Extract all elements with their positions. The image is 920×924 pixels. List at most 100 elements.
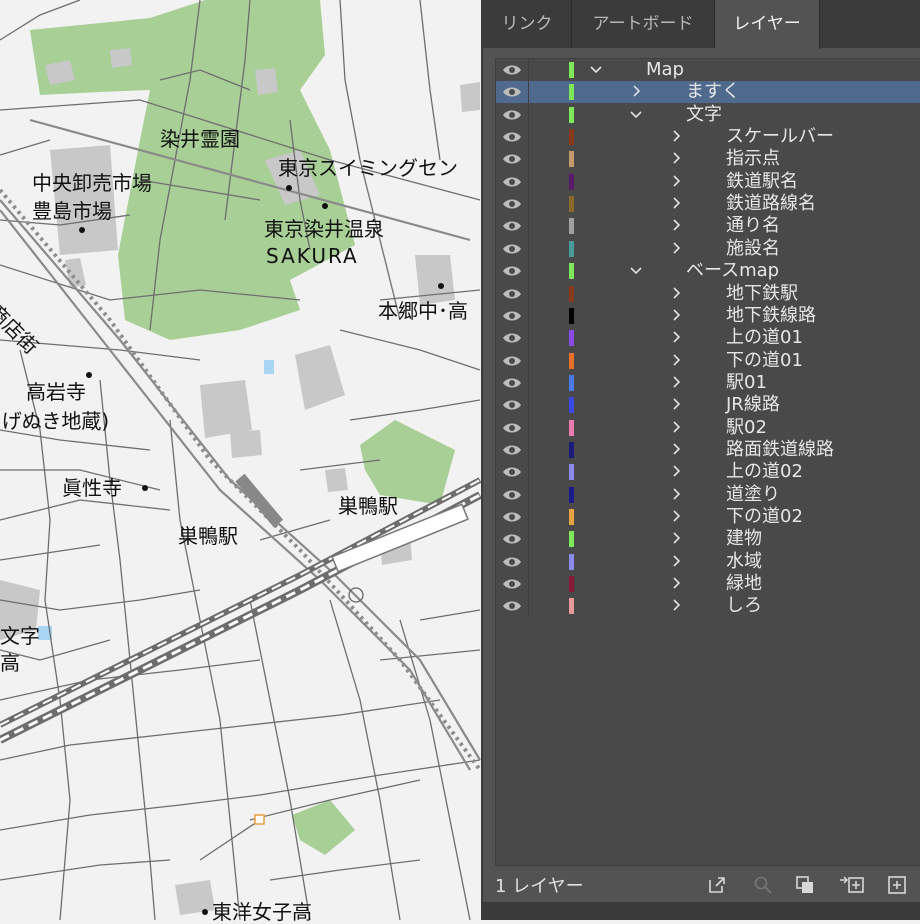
layer-name[interactable]: 駅01	[726, 372, 767, 394]
lock-column[interactable]	[528, 528, 529, 551]
layer-row[interactable]: ますく	[496, 81, 920, 104]
new-sublayer-icon[interactable]	[839, 875, 865, 895]
visibility-eye-icon[interactable]	[502, 152, 522, 166]
layer-row[interactable]: 水域	[496, 550, 920, 573]
lock-column[interactable]	[528, 483, 529, 506]
layer-row[interactable]: 指示点	[496, 148, 920, 171]
chevron-right-icon[interactable]	[668, 195, 684, 211]
layer-name[interactable]: 下の道02	[726, 506, 803, 528]
layer-name[interactable]: ますく	[686, 81, 740, 103]
chevron-down-icon[interactable]	[588, 61, 604, 77]
layer-name[interactable]: 緑地	[726, 573, 762, 595]
layer-row[interactable]: 施設名	[496, 237, 920, 260]
chevron-right-icon[interactable]	[668, 307, 684, 323]
chevron-right-icon[interactable]	[668, 575, 684, 591]
chevron-right-icon[interactable]	[668, 441, 684, 457]
tab-artboards[interactable]: アートボード	[572, 0, 715, 48]
visibility-eye-icon[interactable]	[502, 287, 522, 301]
layer-name[interactable]: 下の道01	[726, 350, 803, 372]
layer-row[interactable]: 文字	[496, 103, 920, 126]
layer-row[interactable]: 鉄道駅名	[496, 170, 920, 193]
layer-row[interactable]: 駅02	[496, 416, 920, 439]
chevron-right-icon[interactable]	[668, 285, 684, 301]
layer-name[interactable]: 地下鉄線路	[726, 305, 816, 327]
layer-name[interactable]: 鉄道駅名	[726, 171, 798, 193]
visibility-eye-icon[interactable]	[502, 108, 522, 122]
layer-row[interactable]: 地下鉄駅	[496, 282, 920, 305]
lock-column[interactable]	[528, 282, 529, 305]
visibility-eye-icon[interactable]	[502, 376, 522, 390]
lock-column[interactable]	[528, 349, 529, 372]
chevron-right-icon[interactable]	[628, 83, 644, 99]
layer-name[interactable]: 駅02	[726, 417, 767, 439]
lock-column[interactable]	[528, 193, 529, 216]
lock-column[interactable]	[528, 506, 529, 528]
chevron-right-icon[interactable]	[668, 486, 684, 502]
chevron-right-icon[interactable]	[668, 173, 684, 189]
layer-row[interactable]: ベースmap	[496, 260, 920, 283]
visibility-eye-icon[interactable]	[502, 421, 522, 435]
visibility-eye-icon[interactable]	[502, 264, 522, 278]
lock-column[interactable]	[528, 371, 529, 394]
visibility-eye-icon[interactable]	[502, 510, 522, 524]
lock-column[interactable]	[528, 126, 529, 149]
chevron-right-icon[interactable]	[668, 508, 684, 524]
layer-list[interactable]: Map ますく 文字 スケールバー 指示点 鉄道駅名 鉄道路線名 通り名 施設名 ベースmap 地下…	[495, 58, 920, 866]
layer-name[interactable]: 施設名	[726, 238, 780, 260]
lock-column[interactable]	[528, 550, 529, 573]
layer-name[interactable]: 指示点	[726, 148, 780, 170]
visibility-eye-icon[interactable]	[502, 599, 522, 613]
tab-layers[interactable]: レイヤー	[715, 0, 820, 49]
layer-name[interactable]: ベースmap	[686, 260, 779, 282]
layer-row[interactable]: 地下鉄線路	[496, 304, 920, 327]
layer-row[interactable]: 道塗り	[496, 483, 920, 506]
chevron-right-icon[interactable]	[668, 352, 684, 368]
layer-row[interactable]: 緑地	[496, 573, 920, 596]
chevron-down-icon[interactable]	[628, 106, 644, 122]
lock-column[interactable]	[528, 170, 529, 193]
visibility-eye-icon[interactable]	[502, 577, 522, 591]
layer-row[interactable]: 建物	[496, 528, 920, 551]
layer-row[interactable]: 路面鉄道線路	[496, 438, 920, 461]
visibility-eye-icon[interactable]	[502, 532, 522, 546]
layer-name[interactable]: 文字	[686, 104, 722, 126]
visibility-eye-icon[interactable]	[502, 309, 522, 323]
lock-column[interactable]	[528, 215, 529, 238]
lock-column[interactable]	[528, 416, 529, 439]
visibility-eye-icon[interactable]	[502, 130, 522, 144]
lock-column[interactable]	[528, 59, 529, 81]
visibility-eye-icon[interactable]	[502, 85, 522, 99]
chevron-right-icon[interactable]	[668, 597, 684, 613]
layer-row[interactable]: 下の道01	[496, 349, 920, 372]
lock-column[interactable]	[528, 327, 529, 350]
visibility-eye-icon[interactable]	[502, 242, 522, 256]
visibility-eye-icon[interactable]	[502, 398, 522, 412]
chevron-right-icon[interactable]	[668, 374, 684, 390]
chevron-right-icon[interactable]	[668, 329, 684, 345]
chevron-right-icon[interactable]	[668, 553, 684, 569]
layer-row[interactable]: 上の道02	[496, 461, 920, 484]
layer-name[interactable]: スケールバー	[726, 126, 834, 148]
clipping-mask-icon[interactable]	[795, 875, 815, 895]
visibility-eye-icon[interactable]	[502, 465, 522, 479]
lock-column[interactable]	[528, 81, 529, 104]
lock-column[interactable]	[528, 461, 529, 484]
chevron-right-icon[interactable]	[668, 419, 684, 435]
layer-name[interactable]: 建物	[726, 528, 762, 550]
layer-row[interactable]: スケールバー	[496, 126, 920, 149]
lock-column[interactable]	[528, 394, 529, 417]
visibility-eye-icon[interactable]	[502, 331, 522, 345]
chevron-right-icon[interactable]	[668, 217, 684, 233]
tab-links[interactable]: リンク	[483, 0, 572, 48]
lock-column[interactable]	[528, 103, 529, 126]
layer-name[interactable]: しろ	[726, 595, 762, 617]
layer-name[interactable]: 上の道02	[726, 461, 803, 483]
export-icon[interactable]	[707, 875, 727, 895]
layer-row[interactable]: しろ	[496, 595, 920, 618]
visibility-eye-icon[interactable]	[502, 443, 522, 457]
visibility-eye-icon[interactable]	[502, 197, 522, 211]
layer-row[interactable]: Map	[496, 59, 920, 81]
new-layer-icon[interactable]	[887, 875, 907, 895]
lock-column[interactable]	[528, 438, 529, 461]
layer-name[interactable]: 路面鉄道線路	[726, 439, 834, 461]
